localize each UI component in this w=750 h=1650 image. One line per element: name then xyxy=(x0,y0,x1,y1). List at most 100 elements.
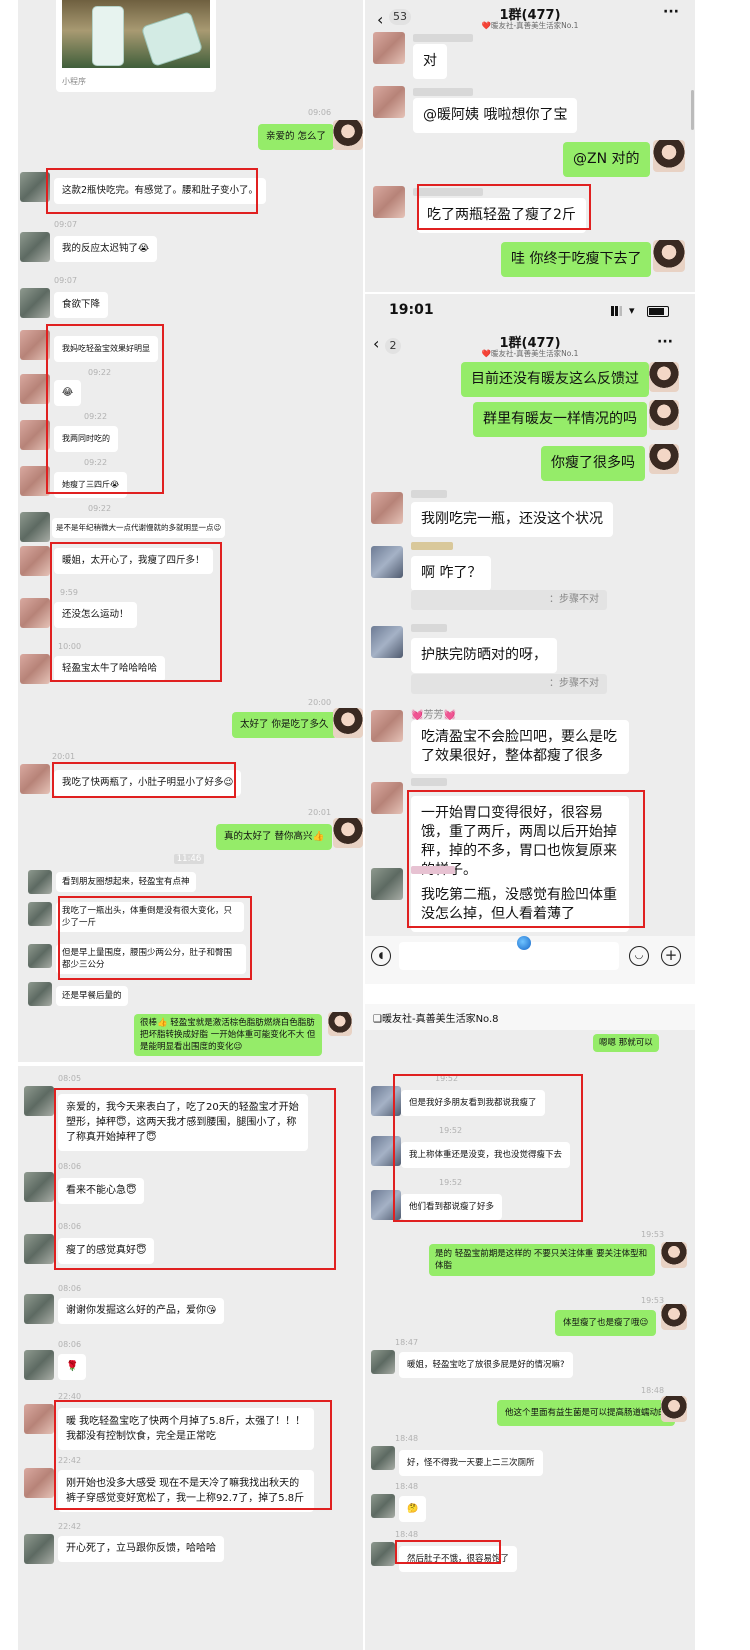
bottle-shape xyxy=(140,10,204,68)
voice-icon[interactable]: ◖ xyxy=(371,946,391,966)
message-bubble[interactable]: 是的 轻盈宝前期是这样的 不要只关注体重 要关注体型和体脂 xyxy=(429,1244,655,1276)
more-menu-icon[interactable]: ··· xyxy=(663,4,679,20)
plus-icon[interactable]: + xyxy=(661,946,681,966)
more-menu-icon[interactable]: ··· xyxy=(657,334,673,350)
avatar[interactable] xyxy=(649,362,679,392)
message-bubble[interactable]: 对 xyxy=(413,44,447,79)
avatar[interactable] xyxy=(373,86,405,118)
message-bubble[interactable]: 看到朋友圈想起来，轻盈宝有点神 xyxy=(56,872,196,892)
avatar[interactable] xyxy=(371,626,403,658)
avatar[interactable] xyxy=(24,1404,54,1434)
avatar[interactable] xyxy=(371,1542,395,1566)
avatar[interactable] xyxy=(661,1242,687,1268)
avatar[interactable] xyxy=(24,1172,54,1202)
message-bubble[interactable]: 真的太好了 替你高兴👍 xyxy=(216,824,333,850)
message-bubble[interactable]: 我刚吃完一瓶，还没这个状况 xyxy=(411,502,613,537)
timestamp: 08:05 xyxy=(58,1074,82,1083)
avatar[interactable] xyxy=(661,1396,687,1422)
message-bubble[interactable]: 体型瘦了也是瘦了哦😉 xyxy=(555,1310,657,1336)
avatar[interactable] xyxy=(333,120,363,150)
avatar[interactable] xyxy=(333,818,363,848)
message-bubble[interactable]: 好，怪不得我一天要上二三次厕所 xyxy=(399,1450,543,1476)
unread-badge: 2 xyxy=(385,338,401,354)
avatar[interactable] xyxy=(20,288,50,318)
message-bubble[interactable]: 谢谢你发掘这么好的产品，爱你😘 xyxy=(58,1298,225,1324)
avatar[interactable] xyxy=(24,1468,54,1498)
avatar[interactable] xyxy=(20,764,50,794)
highlight-box xyxy=(52,762,236,798)
back-chevron-icon[interactable]: ‹ xyxy=(377,10,383,29)
message-bubble[interactable]: @ZN 对的 xyxy=(563,142,650,177)
avatar[interactable] xyxy=(371,1494,395,1518)
message-bubble[interactable]: 目前还没有暖友这么反馈过 xyxy=(461,362,649,397)
timestamp: 18:48 xyxy=(641,1386,665,1395)
avatar[interactable] xyxy=(20,546,50,576)
avatar[interactable] xyxy=(28,870,52,894)
quoted-reply[interactable]: ：步骤不对 xyxy=(411,674,607,694)
scrollbar[interactable] xyxy=(691,90,694,130)
emoji-icon[interactable]: ◡ xyxy=(629,946,649,966)
message-bubble[interactable]: 🤔 xyxy=(399,1496,427,1522)
message-bubble[interactable]: 他这个里面有益生菌是可以提高肠道蠕动的 xyxy=(497,1400,675,1426)
avatar[interactable] xyxy=(24,1234,54,1264)
highlight-box xyxy=(50,542,222,682)
avatar[interactable] xyxy=(333,708,363,738)
message-bubble[interactable]: 亲爱的 怎么了 xyxy=(258,124,335,150)
message-bubble[interactable]: 太好了 你是吃了多久 xyxy=(232,712,337,738)
avatar[interactable] xyxy=(20,232,50,262)
sender-name xyxy=(413,34,473,42)
avatar[interactable] xyxy=(371,868,403,900)
avatar[interactable] xyxy=(28,944,52,968)
avatar[interactable] xyxy=(649,444,679,474)
message-bubble[interactable]: 是不是年纪稍微大一点代谢慢就的多就明显一点😉 xyxy=(52,518,226,538)
avatar[interactable] xyxy=(661,1304,687,1330)
message-bubble[interactable]: 哇 你终于吃瘦下去了 xyxy=(501,242,652,277)
avatar[interactable] xyxy=(653,140,685,172)
message-bubble[interactable]: 我的反应太迟钝了😭 xyxy=(54,236,158,262)
message-input[interactable] xyxy=(399,942,619,970)
avatar[interactable] xyxy=(649,400,679,430)
message-bubble[interactable]: 🌹 xyxy=(58,1354,87,1380)
avatar[interactable] xyxy=(371,710,403,742)
message-bubble[interactable]: @暖阿姨 哦啦想你了宝 xyxy=(413,98,578,133)
timestamp: 20:00 xyxy=(308,698,332,707)
avatar[interactable] xyxy=(371,1350,395,1374)
message-bubble[interactable]: 群里有暖友一样情况的吗 xyxy=(473,402,647,437)
avatar[interactable] xyxy=(328,1012,352,1036)
highlight-box xyxy=(395,1540,501,1564)
avatar[interactable] xyxy=(24,1294,54,1324)
mini-program-card[interactable]: 小程序 xyxy=(56,0,216,92)
message-bubble[interactable]: 你瘦了很多吗 xyxy=(541,446,645,481)
avatar[interactable] xyxy=(28,902,52,926)
back-chevron-icon[interactable]: ‹ xyxy=(373,334,379,353)
avatar[interactable] xyxy=(24,1534,54,1564)
avatar[interactable] xyxy=(28,982,52,1006)
avatar[interactable] xyxy=(371,546,403,578)
highlight-box xyxy=(46,324,164,494)
message-bubble[interactable]: 开心死了，立马跟你反馈，哈哈哈 xyxy=(58,1536,224,1562)
system-timestamp: 11:46 xyxy=(174,854,204,864)
message-bubble[interactable]: 暖姐，轻盈宝吃了放很多屁是好的情况嘛? xyxy=(399,1352,573,1378)
avatar[interactable] xyxy=(371,492,403,524)
avatar[interactable] xyxy=(24,1086,54,1116)
avatar[interactable] xyxy=(653,240,685,272)
avatar[interactable] xyxy=(371,782,403,814)
avatar[interactable] xyxy=(20,598,50,628)
message-bubble[interactable]: 很棒👍 轻盈宝就是激活棕色脂肪燃烧白色脂肪 把坏脂转换成好脂 一开始体重可能变化… xyxy=(134,1014,322,1056)
avatar[interactable] xyxy=(371,1446,395,1470)
message-bubble[interactable]: 护肤完防晒对的呀， xyxy=(411,638,557,673)
message-bubble[interactable]: 吃清盈宝不会脸凹吧，要么是吃了效果很好，整体都瘦了很多 xyxy=(411,720,629,774)
message-bubble[interactable]: 嗯嗯 那就可以 xyxy=(593,1034,659,1052)
message-bubble[interactable]: 啊 咋了？ xyxy=(411,556,492,591)
timestamp: 09:22 xyxy=(88,504,112,513)
avatar[interactable] xyxy=(20,512,50,542)
timestamp: 08:06 xyxy=(58,1284,82,1293)
message-bubble[interactable]: 食欲下降 xyxy=(54,292,109,318)
message-bubble[interactable]: 还是早餐后量的 xyxy=(56,986,128,1006)
quoted-reply[interactable]: ：步骤不对 xyxy=(411,590,607,610)
avatar[interactable] xyxy=(373,186,405,218)
avatar[interactable] xyxy=(373,32,405,64)
avatar[interactable] xyxy=(24,1350,54,1380)
avatar[interactable] xyxy=(20,654,50,684)
chat-panel-2: ‹ 53 1群(477) ❤️暖友社-真善美生活家No.1 ··· 对 @暖阿姨… xyxy=(365,0,695,292)
